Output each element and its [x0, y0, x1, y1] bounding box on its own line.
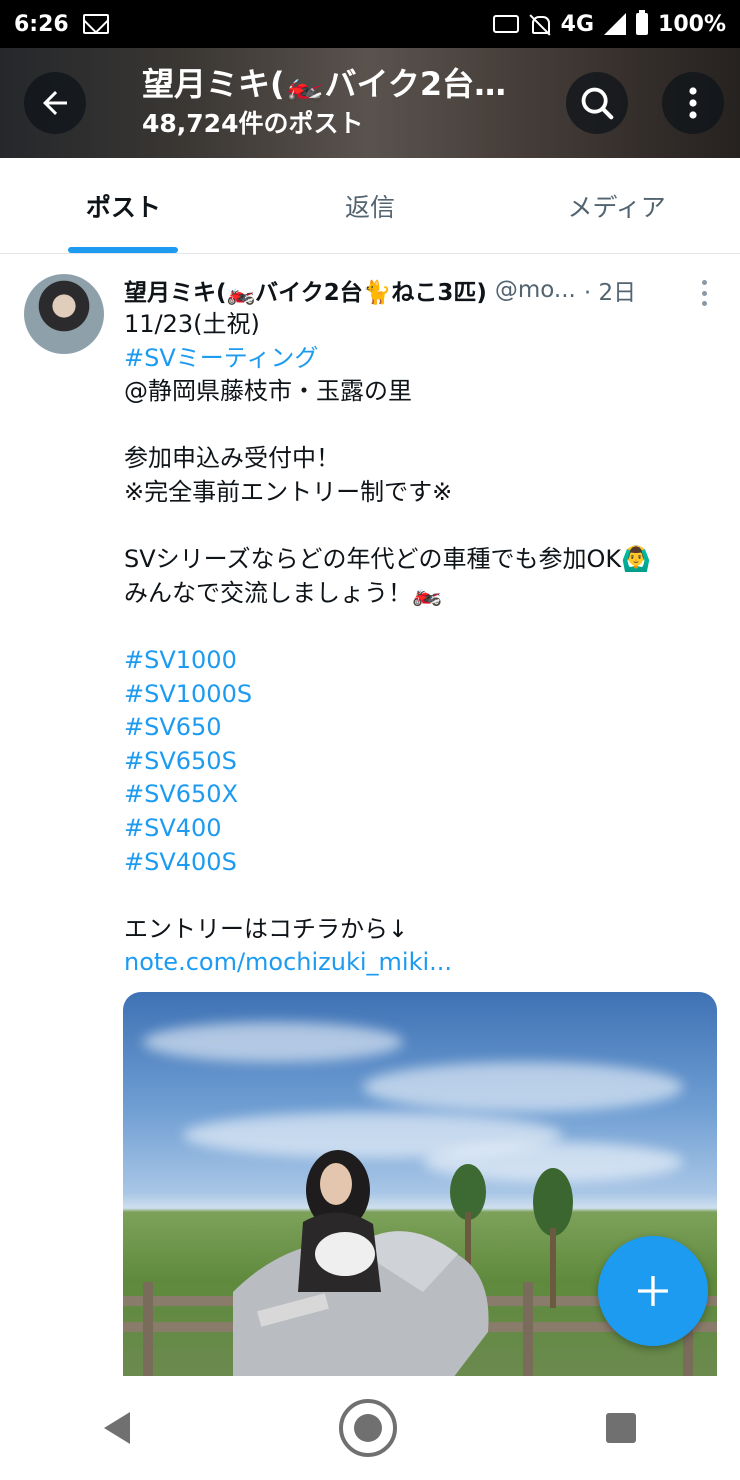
- network-type: 4G: [560, 11, 595, 37]
- nav-home-icon[interactable]: [338, 1399, 397, 1457]
- text-line: 参加申込み受付中！: [124, 444, 340, 473]
- status-bar: 6:26 4G 100%: [0, 0, 740, 48]
- more-vertical-icon: [689, 87, 697, 119]
- author-handle[interactable]: @mo...: [495, 277, 576, 303]
- text-line: ※完全事前エントリー制です※: [124, 477, 453, 506]
- profile-tabs: ポスト 返信 メディア: [0, 158, 740, 254]
- mail-icon: [82, 14, 109, 34]
- tab-media[interactable]: メディア: [493, 158, 740, 253]
- search-button[interactable]: [566, 72, 628, 134]
- text-line: エントリーはコチラから↓: [124, 914, 409, 943]
- avatar[interactable]: [24, 274, 104, 354]
- hashtag-link[interactable]: #SV400S: [124, 846, 720, 880]
- tab-posts-label: ポスト: [85, 192, 161, 222]
- search-icon: [581, 87, 614, 120]
- signal-icon: [604, 13, 627, 35]
- post-count: 48,724件のポスト: [142, 109, 364, 138]
- status-icons: 4G 100%: [492, 10, 726, 37]
- nav-back-icon[interactable]: [104, 1412, 131, 1444]
- text-line: みんなで交流しましょう！🏍️: [124, 578, 442, 607]
- mute-bell-icon: [529, 13, 551, 35]
- hashtag-link[interactable]: #SV1000S: [124, 678, 720, 712]
- sim-card-icon: [492, 15, 519, 33]
- tab-replies-label: 返信: [345, 192, 396, 222]
- text-line: SVシリーズならどの年代どの車種でも参加OK🙆‍♂️: [124, 545, 651, 574]
- url-link[interactable]: note.com/mochizuki_miki...: [124, 946, 720, 980]
- text-line: @静岡県藤枝市・玉露の里: [124, 377, 412, 406]
- hashtag-link[interactable]: #SV650X: [124, 778, 720, 812]
- hashtag-link[interactable]: #SV400: [124, 812, 720, 846]
- tab-posts[interactable]: ポスト: [0, 158, 247, 253]
- hashtag-link[interactable]: #SV650: [124, 711, 720, 745]
- profile-name-title: 望月ミキ(🏍️バイク2台…: [142, 65, 507, 103]
- active-tab-indicator: [68, 247, 179, 253]
- hashtag-link[interactable]: #SV650S: [124, 745, 720, 779]
- post-time[interactable]: · 2日: [584, 273, 636, 307]
- author-name[interactable]: 望月ミキ(🏍️バイク2台🐈ねこ3匹): [124, 273, 487, 307]
- tab-media-label: メディア: [567, 192, 666, 222]
- status-time: 6:26: [14, 11, 69, 37]
- system-nav-bar: [0, 1376, 740, 1480]
- battery-level: 100%: [658, 11, 726, 37]
- post-more-icon[interactable]: [694, 280, 714, 306]
- hashtag-link[interactable]: #SVミーティング: [124, 342, 720, 376]
- plus-icon: [638, 1276, 668, 1306]
- post-text: 11/23(土祝) #SVミーティング @静岡県藤枝市・玉露の里 参加申込み受付…: [124, 308, 720, 980]
- back-button[interactable]: [24, 72, 86, 134]
- battery-icon: [636, 10, 649, 35]
- hashtag-link[interactable]: #SV1000: [124, 644, 720, 678]
- profile-header: 望月ミキ(🏍️バイク2台… 48,724件のポスト: [0, 48, 740, 158]
- compose-button[interactable]: [598, 1236, 708, 1346]
- text-line: 11/23(土祝): [124, 310, 260, 338]
- tab-replies[interactable]: 返信: [247, 158, 494, 253]
- nav-recents-icon[interactable]: [605, 1413, 636, 1443]
- more-options-button[interactable]: [662, 72, 724, 134]
- header-text: 望月ミキ(🏍️バイク2台… 48,724件のポスト: [142, 62, 542, 142]
- arrow-left-icon: [43, 91, 67, 115]
- post-header: 望月ミキ(🏍️バイク2台🐈ねこ3匹) @mo... · 2日: [124, 272, 720, 308]
